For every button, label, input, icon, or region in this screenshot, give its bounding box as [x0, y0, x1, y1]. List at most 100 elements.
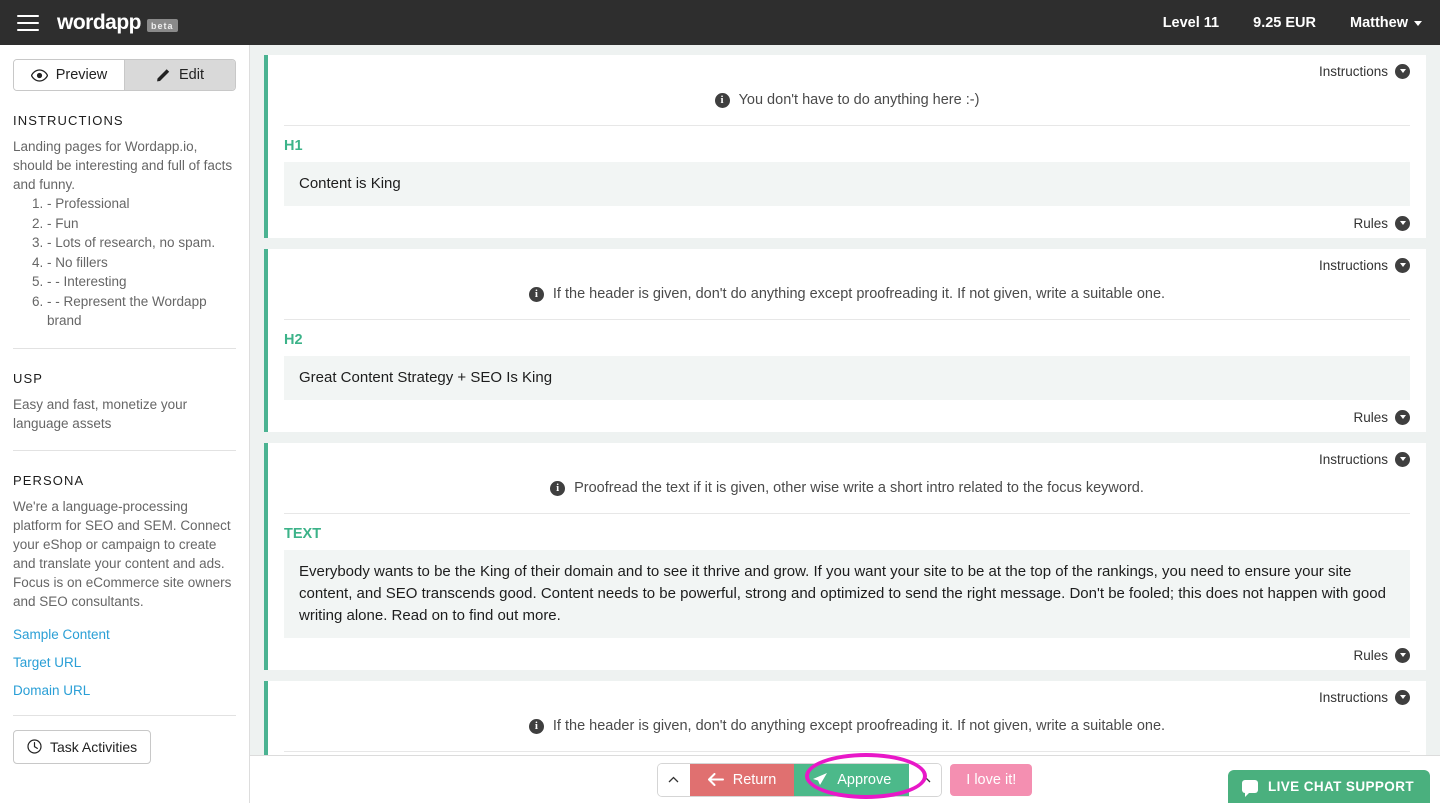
return-options-chevron-up-icon[interactable]: [657, 763, 690, 796]
task-card: Instructions i Proofread the text if it …: [264, 443, 1426, 670]
divider: [13, 449, 236, 451]
instructions-intro: Landing pages for Wordapp.io, should be …: [13, 139, 233, 192]
logo-beta-badge: beta: [147, 19, 178, 32]
chevron-down-circle-icon: [1395, 410, 1410, 425]
task-card: Instructions i You don't have to do anyt…: [264, 55, 1426, 238]
instructions-toggle-label: Instructions: [1318, 258, 1388, 273]
task-card: Instructions i If the header is given, d…: [264, 681, 1426, 755]
divider: [13, 347, 236, 349]
persona-text: We're a language-processing platform for…: [13, 498, 232, 609]
i-love-it-button[interactable]: I love it!: [950, 763, 1033, 796]
usp-heading: USP: [13, 370, 44, 386]
top-navigation-bar: wordapp beta Level 11 9.25 EUR Matthew: [0, 0, 1440, 45]
user-level: Level 11: [1162, 14, 1220, 31]
instructions-toggle-label: Instructions: [1318, 452, 1388, 467]
rules-toggle[interactable]: Rules: [1353, 410, 1410, 425]
preview-button[interactable]: Preview: [14, 60, 124, 90]
preview-label: Preview: [55, 67, 108, 83]
chevron-down-icon: [1414, 21, 1422, 26]
user-balance: 9.25 EUR: [1253, 14, 1316, 31]
sidebar-link-sample-content[interactable]: Sample Content: [13, 627, 236, 642]
task-activities-label: Task Activities: [50, 738, 138, 755]
instruction-text-row: i You don't have to do anything here :-): [284, 79, 1410, 125]
field-input-h1[interactable]: Content is King: [284, 162, 1410, 206]
field-input-text[interactable]: Everybody wants to be the King of their …: [284, 550, 1410, 638]
field-input-h2[interactable]: Great Content Strategy + SEO Is King: [284, 356, 1410, 400]
clock-icon: [27, 739, 42, 754]
instruction-text: You don't have to do anything here :-): [738, 92, 980, 108]
instruction-text: If the header is given, don't do anythin…: [552, 718, 1166, 734]
rules-toggle-label: Rules: [1353, 410, 1388, 425]
divider: [13, 714, 236, 716]
chevron-down-circle-icon: [1395, 690, 1410, 705]
card-footer: Rules: [284, 648, 1410, 663]
info-circle-icon: i: [528, 718, 544, 734]
rules-toggle[interactable]: Rules: [1353, 216, 1410, 231]
task-cards-scroll-area[interactable]: Instructions i You don't have to do anyt…: [250, 45, 1440, 755]
top-bar-right-group: Level 11 9.25 EUR Matthew: [1163, 0, 1422, 45]
card-header: Instructions: [284, 64, 1410, 79]
persona-heading: PERSONA: [13, 472, 85, 488]
hamburger-menu-icon[interactable]: [17, 14, 39, 31]
card-header: Instructions: [284, 258, 1410, 273]
arrow-left-icon: [707, 773, 724, 786]
chat-bubble-icon: [1241, 780, 1258, 797]
approve-button[interactable]: Approve: [794, 763, 910, 796]
rules-toggle-label: Rules: [1353, 648, 1388, 663]
view-mode-toggle: Preview Edit: [13, 59, 236, 91]
usp-text: Easy and fast, monetize your language as…: [13, 396, 188, 431]
instruction-text-row: i If the header is given, don't do anyth…: [284, 273, 1410, 319]
logo[interactable]: wordapp beta: [57, 11, 178, 35]
edit-label: Edit: [179, 67, 204, 83]
list-item: - Fun: [47, 214, 236, 234]
user-name: Matthew: [1350, 14, 1408, 31]
field-label: TEXT: [284, 526, 322, 542]
live-chat-label: LIVE CHAT SUPPORT: [1267, 779, 1414, 794]
rules-toggle[interactable]: Rules: [1353, 648, 1410, 663]
instructions-toggle[interactable]: Instructions: [1319, 452, 1410, 467]
return-button[interactable]: Return: [689, 763, 795, 796]
task-activities-button[interactable]: Task Activities: [13, 729, 152, 764]
instructions-toggle[interactable]: Instructions: [1319, 64, 1410, 79]
instruction-text-row: i If the header is given, don't do anyth…: [284, 705, 1410, 751]
info-circle-icon: i: [528, 286, 544, 302]
divider: [284, 125, 1410, 126]
list-item: - - Represent the Wordapp brand: [47, 292, 236, 331]
list-item: - Professional: [47, 194, 236, 214]
logo-text: wordapp: [57, 10, 142, 34]
sidebar-link-domain-url[interactable]: Domain URL: [13, 683, 236, 698]
instructions-toggle[interactable]: Instructions: [1319, 258, 1410, 273]
card-footer: Rules: [284, 216, 1410, 231]
paper-plane-icon: [812, 772, 828, 787]
field-label: H2: [284, 332, 303, 348]
return-label: Return: [732, 771, 777, 788]
list-item: - - Interesting: [47, 272, 236, 292]
rules-toggle-label: Rules: [1353, 216, 1388, 231]
instruction-text: Proofread the text if it is given, other…: [574, 480, 1144, 496]
instructions-heading: INSTRUCTIONS: [13, 113, 124, 128]
edit-button[interactable]: Edit: [124, 60, 235, 90]
user-menu[interactable]: Matthew: [1350, 15, 1422, 31]
info-circle-icon: i: [550, 480, 566, 496]
instructions-toggle-label: Instructions: [1318, 64, 1388, 79]
approve-options-chevron-up-icon[interactable]: [909, 763, 942, 796]
divider: [284, 751, 1410, 752]
chevron-down-circle-icon: [1395, 258, 1410, 273]
divider: [284, 513, 1410, 514]
sidebar-link-target-url[interactable]: Target URL: [13, 655, 236, 670]
chevron-down-circle-icon: [1395, 648, 1410, 663]
pencil-icon: [156, 68, 171, 83]
action-button-group: Return Approve: [657, 763, 942, 796]
task-card: Instructions i If the header is given, d…: [264, 249, 1426, 432]
instruction-text: If the header is given, don't do anythin…: [552, 286, 1166, 302]
instructions-toggle[interactable]: Instructions: [1319, 690, 1410, 705]
instruction-text-row: i Proofread the text if it is given, oth…: [284, 467, 1410, 513]
list-item: - Lots of research, no spam.: [47, 233, 236, 253]
sidebar: Preview Edit INSTRUCTIONS Landing pages …: [0, 45, 250, 803]
instructions-list: - Professional - Fun - Lots of research,…: [13, 194, 236, 331]
i-love-it-label: I love it!: [966, 771, 1017, 788]
live-chat-support-button[interactable]: LIVE CHAT SUPPORT: [1227, 770, 1430, 803]
approve-label: Approve: [837, 771, 892, 788]
chevron-down-circle-icon: [1395, 452, 1410, 467]
card-header: Instructions: [284, 452, 1410, 467]
